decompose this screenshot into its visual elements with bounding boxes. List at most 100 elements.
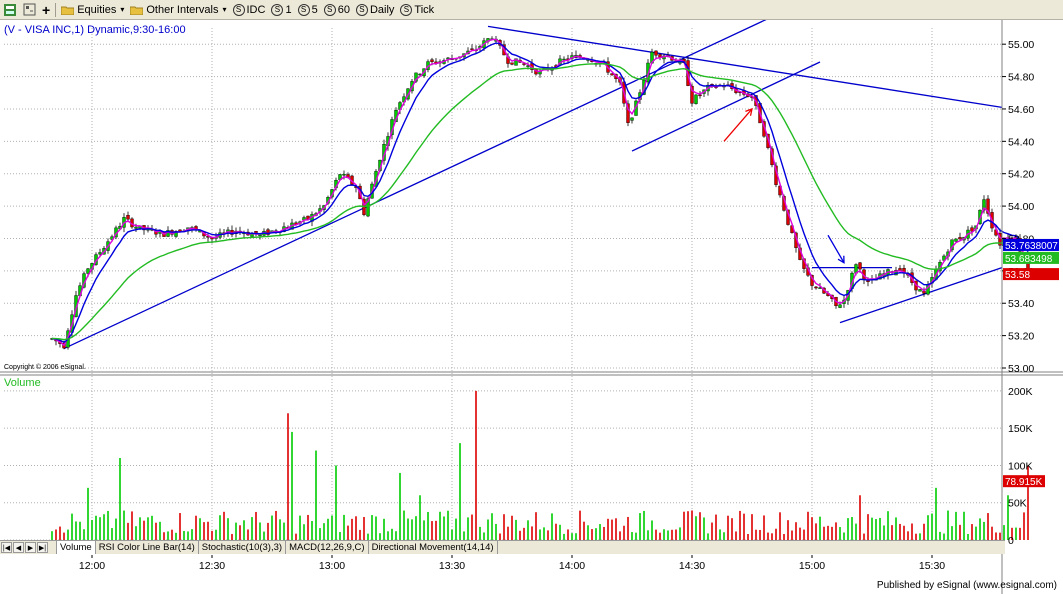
tab-prev-button[interactable]: ◀ (13, 542, 24, 553)
volume-bar (387, 531, 389, 540)
volume-bar (607, 518, 609, 540)
equities-dropdown[interactable]: Equities ▾ (58, 1, 127, 19)
volume-bar (547, 530, 549, 540)
volume-bar (715, 514, 717, 540)
volume-bar (183, 530, 185, 540)
add-button[interactable]: + (39, 1, 53, 19)
volume-bar (763, 515, 765, 540)
chart-type-button[interactable] (0, 1, 20, 19)
last-value-label: 53.58 (1005, 270, 1030, 281)
volume-bar (843, 532, 845, 540)
interval-button-5[interactable]: S5 (295, 1, 321, 19)
volume-bar (503, 514, 505, 540)
volume-bar (311, 521, 313, 540)
volume-bar (347, 525, 349, 540)
interval-label: Tick (414, 3, 435, 16)
volume-bar (879, 517, 881, 540)
volume-bar (655, 529, 657, 540)
volume-bar (527, 520, 529, 540)
volume-bar (687, 511, 689, 540)
volume-bar (899, 523, 901, 540)
price-tick-label: 54.40 (1008, 136, 1034, 148)
volume-bar (555, 523, 557, 540)
volume-bar (171, 529, 173, 540)
tab-next-button[interactable]: ▶ (25, 542, 36, 553)
volume-bar (119, 458, 121, 540)
volume-bar (111, 528, 113, 540)
volume-bar (87, 487, 89, 540)
interval-button-idc[interactable]: S IDC (230, 1, 269, 19)
interval-button-60[interactable]: S 60 (321, 1, 353, 19)
price-tick-label: 53.00 (1008, 363, 1034, 375)
volume-bar (947, 510, 949, 540)
tab-last-button[interactable]: ▶| (37, 542, 48, 553)
volume-bar (719, 529, 721, 540)
tab-first-button[interactable]: |◀ (1, 542, 12, 553)
interval-button-1[interactable]: S1 (268, 1, 294, 19)
volume-bar (779, 512, 781, 540)
volume-bar (191, 529, 193, 540)
chart-title: (V - VISA INC,1) Dynamic,9:30-16:00 (4, 24, 186, 36)
volume-bar (55, 529, 57, 540)
volume-bar (351, 518, 353, 540)
volume-bar (667, 530, 669, 540)
interval-button-daily[interactable]: S Daily (353, 1, 397, 19)
tab-stochastic[interactable]: Stochastic(10(3),3) (199, 541, 287, 554)
volume-tick-label: 100K (1008, 460, 1033, 472)
volume-bar (359, 529, 361, 540)
volume-bar (415, 516, 417, 540)
volume-bar (195, 515, 197, 540)
candle-body (126, 215, 130, 220)
settings-button[interactable] (20, 1, 39, 19)
volume-bar (803, 529, 805, 540)
volume-bar (643, 510, 645, 540)
tab-macd[interactable]: MACD(12,26,9,C) (286, 541, 369, 554)
volume-bar (615, 518, 617, 540)
volume-bar (963, 511, 965, 540)
volume-bar (79, 521, 81, 540)
volume-bar (903, 525, 905, 540)
volume-bar (127, 522, 129, 540)
volume-bar (259, 522, 261, 540)
volume-bar (155, 522, 157, 540)
volume-bar (611, 519, 613, 540)
volume-bar (791, 530, 793, 540)
volume-bar (619, 531, 621, 540)
volume-bar (407, 518, 409, 540)
time-tick-label: 12:30 (199, 560, 225, 572)
time-tick-label: 15:00 (799, 560, 825, 572)
volume-bar (991, 526, 993, 540)
price-tick-label: 53.20 (1008, 331, 1034, 343)
tab-directional-movement[interactable]: Directional Movement(14,14) (369, 541, 498, 554)
volume-bar (835, 522, 837, 540)
volume-bar (163, 532, 165, 540)
tab-volume[interactable]: Volume (56, 541, 96, 554)
volume-bar (335, 465, 337, 540)
volume-bar (431, 521, 433, 540)
tab-rsi[interactable]: RSI Color Line Bar(14) (96, 541, 199, 554)
candle-body (654, 50, 658, 56)
candle-body (858, 262, 862, 270)
chevron-down-icon: ▾ (222, 5, 227, 14)
volume-bar (695, 516, 697, 540)
volume-bar (455, 518, 457, 540)
volume-bar (755, 529, 757, 540)
volume-bar (523, 527, 525, 540)
volume-bar (371, 515, 373, 540)
folder-icon (61, 6, 75, 15)
candle-body (838, 304, 842, 308)
interval-button-tick[interactable]: S Tick (397, 1, 437, 19)
volume-bar (851, 517, 853, 540)
chart-icon (4, 3, 16, 16)
volume-bar (515, 519, 517, 540)
volume-bar (143, 520, 145, 540)
volume-bar (623, 525, 625, 540)
volume-bar (271, 515, 273, 540)
volume-bar (983, 521, 985, 540)
volume-bar (279, 519, 281, 540)
volume-bar (495, 523, 497, 540)
volume-bar (287, 413, 289, 540)
volume-bar (663, 529, 665, 540)
intervals-dropdown[interactable]: Other Intervals ▾ (127, 1, 229, 19)
chart-area[interactable]: 55.0054.8054.6054.4054.2054.0053.8053.60… (0, 20, 1063, 594)
